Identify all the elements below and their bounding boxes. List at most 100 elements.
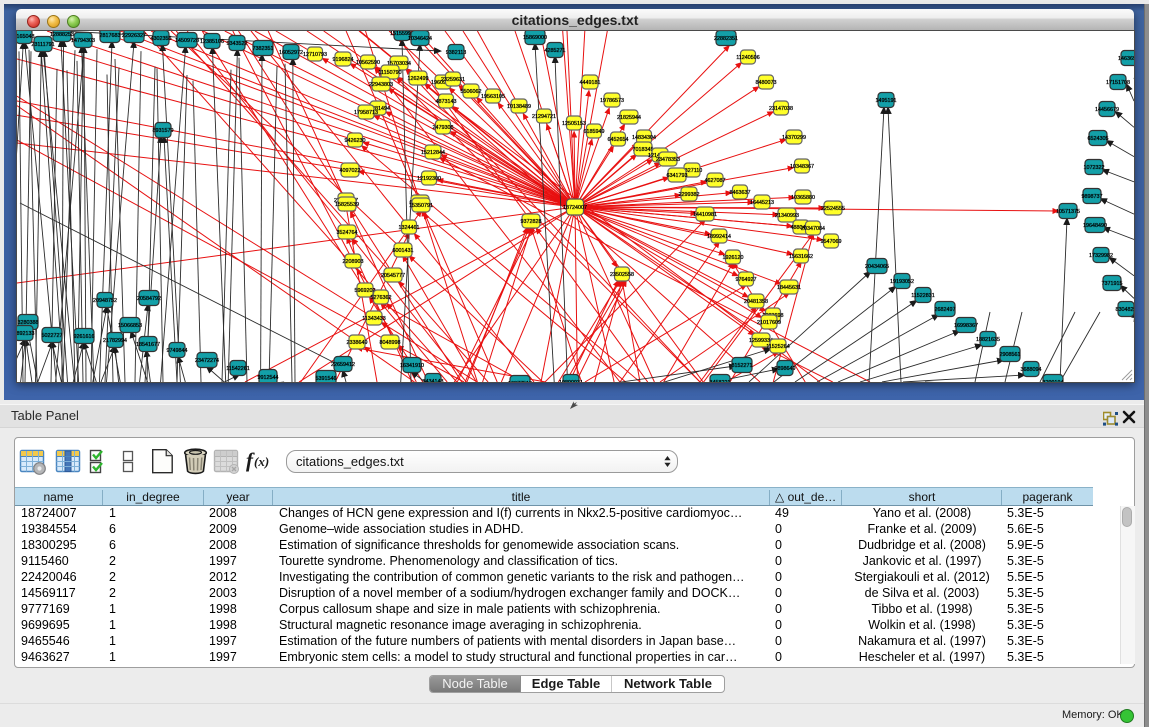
- svg-text:18724007: 18724007: [563, 205, 587, 211]
- svg-text:12192300: 12192300: [417, 176, 441, 182]
- svg-text:14410981: 14410981: [693, 212, 717, 218]
- svg-text:8048998: 8048998: [380, 340, 401, 346]
- svg-text:4627087: 4627087: [705, 178, 726, 184]
- svg-text:23259631: 23259631: [441, 77, 465, 83]
- svg-text:16052972: 16052972: [279, 50, 303, 56]
- svg-text:22524555: 22524555: [821, 206, 845, 212]
- svg-text:9547069: 9547069: [821, 239, 842, 245]
- svg-text:14456679: 14456679: [1095, 107, 1119, 113]
- svg-text:14370299: 14370299: [782, 135, 806, 141]
- svg-text:15212844: 15212844: [421, 150, 445, 156]
- svg-text:8304829: 8304829: [1116, 307, 1135, 313]
- svg-text:6185949: 6185949: [584, 129, 605, 135]
- svg-text:20584792: 20584792: [137, 296, 161, 302]
- svg-text:9372828: 9372828: [521, 219, 542, 225]
- svg-text:2908561: 2908561: [1000, 352, 1021, 358]
- svg-text:12505153: 12505153: [562, 121, 586, 127]
- svg-text:16377510: 16377510: [508, 381, 532, 382]
- svg-text:(x): (x): [254, 454, 269, 469]
- svg-text:9898737: 9898737: [1082, 194, 1103, 200]
- svg-text:22943803: 22943803: [369, 82, 393, 88]
- svg-text:20481358: 20481358: [744, 299, 768, 305]
- svg-text:4285271: 4285271: [545, 48, 566, 54]
- svg-text:3458221: 3458221: [710, 380, 731, 382]
- svg-text:14636992: 14636992: [1118, 56, 1134, 62]
- svg-text:20347084: 20347084: [801, 226, 825, 232]
- svg-text:14794303: 14794303: [71, 38, 95, 44]
- svg-text:9382113: 9382113: [446, 50, 467, 56]
- svg-text:21017609: 21017609: [757, 320, 781, 326]
- svg-text:22659412: 22659412: [331, 362, 355, 368]
- svg-text:15631662: 15631662: [789, 254, 813, 260]
- svg-text:23111791: 23111791: [31, 42, 54, 48]
- svg-text:9343522: 9343522: [227, 41, 248, 47]
- svg-text:5022727: 5022727: [42, 333, 63, 339]
- svg-text:23478353: 23478353: [656, 157, 680, 163]
- svg-text:3688094: 3688094: [1021, 367, 1042, 373]
- svg-text:11240506: 11240506: [736, 55, 760, 61]
- svg-text:8892133: 8892133: [17, 331, 35, 337]
- svg-text:10348367: 10348367: [790, 164, 814, 170]
- svg-text:11522831: 11522831: [911, 293, 935, 299]
- svg-text:1262499: 1262499: [408, 76, 429, 82]
- svg-text:18992414: 18992414: [707, 234, 731, 240]
- svg-text:10365880: 10365880: [791, 195, 815, 201]
- svg-text:15066853: 15066853: [118, 323, 142, 329]
- svg-text:20434065: 20434065: [865, 264, 889, 270]
- svg-text:3299194: 3299194: [1043, 380, 1064, 382]
- svg-text:16445213: 16445213: [750, 200, 774, 206]
- svg-text:21825944: 21825944: [617, 115, 641, 121]
- svg-text:23502558: 23502558: [610, 272, 634, 278]
- svg-text:11150790: 11150790: [378, 70, 401, 76]
- svg-text:2817683: 2817683: [100, 33, 121, 39]
- svg-text:20545777: 20545777: [381, 273, 405, 279]
- svg-text:2682497: 2682497: [935, 307, 956, 313]
- svg-text:8931579: 8931579: [153, 128, 174, 134]
- svg-text:11343433: 11343433: [362, 316, 386, 322]
- svg-text:18445631: 18445631: [777, 285, 801, 291]
- svg-text:3524764: 3524764: [337, 230, 358, 236]
- svg-text:10346424: 10346424: [408, 36, 432, 42]
- svg-text:8152271: 8152271: [732, 363, 753, 369]
- svg-text:4449181: 4449181: [580, 80, 601, 86]
- svg-text:5391546: 5391546: [316, 376, 337, 382]
- svg-text:12385106: 12385106: [200, 39, 224, 45]
- svg-text:9749844: 9749844: [167, 348, 188, 354]
- svg-text:9912544: 9912544: [258, 375, 279, 381]
- svg-text:19648490: 19648490: [1083, 223, 1107, 229]
- svg-text:5969202: 5969202: [355, 288, 376, 294]
- svg-text:5276362: 5276362: [371, 295, 392, 301]
- svg-text:7371915: 7371915: [1102, 281, 1123, 287]
- svg-text:9898649: 9898649: [775, 366, 796, 372]
- svg-text:2479306: 2479306: [433, 125, 454, 131]
- svg-text:19890931: 19890931: [559, 380, 583, 382]
- svg-text:9196824: 9196824: [333, 57, 354, 63]
- svg-text:3434143: 3434143: [423, 379, 444, 382]
- svg-text:6524305: 6524305: [1088, 136, 1109, 142]
- svg-text:9764927: 9764927: [736, 277, 757, 283]
- svg-text:21294721: 21294721: [532, 114, 556, 120]
- svg-text:6001431: 6001431: [393, 248, 414, 254]
- svg-text:6452654: 6452654: [608, 137, 629, 143]
- svg-text:2299382: 2299382: [679, 192, 700, 198]
- svg-text:15825539: 15825539: [335, 202, 359, 208]
- svg-text:1926120: 1926120: [723, 255, 744, 261]
- svg-text:20948752: 20948752: [93, 298, 117, 304]
- svg-text:14834304: 14834304: [632, 135, 656, 141]
- svg-text:23472274: 23472274: [195, 358, 219, 364]
- svg-text:18821635: 18821635: [976, 337, 1000, 343]
- svg-text:1324461: 1324461: [399, 225, 420, 231]
- svg-text:11542261: 11542261: [226, 366, 250, 372]
- svg-text:1072322: 1072322: [1084, 165, 1105, 171]
- svg-text:15869000: 15869000: [523, 35, 547, 41]
- svg-text:17958713: 17958713: [354, 110, 378, 116]
- svg-text:4302355: 4302355: [151, 36, 172, 42]
- svg-text:22926327: 22926327: [122, 33, 146, 39]
- svg-text:17151708: 17151708: [1106, 80, 1130, 86]
- svg-text:4097022: 4097022: [340, 168, 361, 174]
- svg-text:2208903: 2208903: [343, 259, 364, 265]
- svg-text:10562590: 10562590: [356, 60, 380, 66]
- svg-text:1495191: 1495191: [876, 98, 897, 104]
- svg-text:12710793: 12710793: [303, 52, 327, 58]
- svg-text:21782994: 21782994: [103, 338, 127, 344]
